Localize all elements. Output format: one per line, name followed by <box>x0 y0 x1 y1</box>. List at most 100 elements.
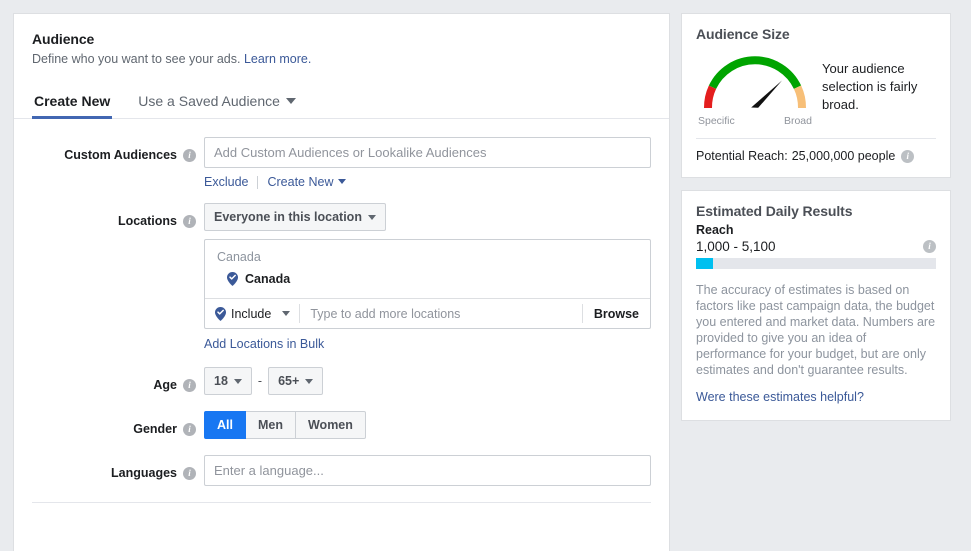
row-locations: Locations i Everyone in this location Ca… <box>32 203 651 353</box>
gauge-label-specific: Specific <box>698 115 735 127</box>
audience-card-header: Audience Define who you want to see your… <box>14 14 669 68</box>
info-icon-potential-reach[interactable]: i <box>901 149 915 163</box>
estimated-reach-label: Reach <box>696 223 734 237</box>
locations-label-group: Locations i <box>32 203 204 233</box>
gender-option-women[interactable]: Women <box>295 411 366 439</box>
add-locations-in-bulk-link[interactable]: Add Locations in Bulk <box>204 337 324 351</box>
location-scope-dropdown[interactable]: Everyone in this location <box>204 203 386 231</box>
languages-label-group: Languages i <box>32 455 204 485</box>
estimates-disclaimer: The accuracy of estimates is based on fa… <box>696 283 936 377</box>
row-gender: Gender i All Men Women <box>32 411 651 441</box>
audience-form: Custom Audiences i Exclude Create New Lo… <box>14 119 669 486</box>
locations-box: Canada Canada Include Type to add more l… <box>204 239 651 329</box>
exclude-link[interactable]: Exclude <box>204 175 248 189</box>
audience-card-subtitle: Define who you want to see your ads. Lea… <box>32 51 651 68</box>
audience-size-card: Audience Size Specific Broad Your audien… <box>681 13 951 178</box>
age-min-dropdown[interactable]: 18 <box>204 367 252 395</box>
age-label-group: Age i <box>32 367 204 397</box>
languages-input[interactable] <box>204 455 651 486</box>
chevron-down-icon-age-min <box>233 378 242 384</box>
sublink-divider <box>257 175 259 189</box>
tab-use-saved-audience-label: Use a Saved Audience <box>138 93 280 109</box>
location-include-label: Include <box>231 306 272 321</box>
custom-audiences-label: Custom Audiences <box>64 148 177 162</box>
audience-size-divider <box>696 138 936 139</box>
gender-label-group: Gender i <box>32 411 204 441</box>
chevron-down-icon-create-new <box>338 179 347 184</box>
form-bottom-divider <box>32 502 651 503</box>
map-pin-icon-include <box>215 306 226 321</box>
audience-subtitle-text: Define who you want to see your ads. <box>32 52 241 66</box>
location-chip-canada[interactable]: Canada <box>205 268 650 298</box>
ads-audience-page: Audience Define who you want to see your… <box>0 0 971 551</box>
estimated-daily-results-title: Estimated Daily Results <box>696 203 853 219</box>
gender-option-men[interactable]: Men <box>245 411 296 439</box>
create-new-audience-label: Create New <box>267 175 334 189</box>
potential-reach-value: 25,000,000 people <box>791 149 896 163</box>
locations-typeahead-input[interactable] <box>300 306 582 321</box>
audience-size-gauge-row: Specific Broad Your audience selection i… <box>696 50 936 127</box>
age-field: 18 - 65+ <box>204 367 651 395</box>
gauge-label-broad: Broad <box>783 115 812 127</box>
estimated-reach-value: 1,000 - 5,100 <box>696 239 776 254</box>
gender-label: Gender <box>133 422 177 436</box>
tab-use-saved-audience[interactable]: Use a Saved Audience <box>136 87 298 118</box>
info-icon-custom-audiences[interactable]: i <box>183 148 196 162</box>
locations-field: Everyone in this location Canada Canada … <box>204 203 651 353</box>
estimates-feedback-link[interactable]: Were these estimates helpful? <box>696 390 864 404</box>
location-scope-label: Everyone in this location <box>214 210 362 224</box>
gender-segmented-control: All Men Women <box>204 411 366 439</box>
chevron-down-icon <box>285 98 296 104</box>
age-max-value: 65+ <box>278 374 300 388</box>
row-custom-audiences: Custom Audiences i Exclude Create New <box>32 137 651 189</box>
locations-label: Locations <box>117 214 177 228</box>
gauge-labels: Specific Broad <box>696 115 814 127</box>
age-label: Age <box>153 378 177 392</box>
chevron-down-icon-location-scope <box>367 214 376 220</box>
audience-size-gauge: Specific Broad <box>696 50 814 127</box>
potential-reach-row: Potential Reach: 25,000,000 people i <box>696 149 936 163</box>
audience-card: Audience Define who you want to see your… <box>13 13 670 551</box>
locations-input-row: Include Browse <box>205 298 650 328</box>
estimated-reach-bar <box>696 258 936 269</box>
chevron-down-icon-age-max <box>305 378 314 384</box>
custom-audiences-label-group: Custom Audiences i <box>32 137 204 167</box>
estimated-reach-value-row: 1,000 - 5,100 i <box>696 239 936 254</box>
estimated-reach-bar-fill <box>696 258 713 269</box>
right-sidebar: Audience Size Specific Broad Your audien… <box>681 13 951 433</box>
info-icon-age[interactable]: i <box>183 378 196 392</box>
audience-tabs: Create New Use a Saved Audience <box>14 87 669 119</box>
potential-reach-label: Potential Reach: <box>696 149 788 163</box>
audience-size-message: Your audience selection is fairly broad. <box>822 61 918 112</box>
tab-create-new[interactable]: Create New <box>32 87 113 119</box>
info-icon-locations[interactable]: i <box>183 214 196 228</box>
custom-audiences-field: Exclude Create New <box>204 137 651 189</box>
languages-field <box>204 455 651 486</box>
tab-create-new-label: Create New <box>34 93 111 109</box>
row-languages: Languages i <box>32 455 651 486</box>
gender-option-all[interactable]: All <box>204 411 246 439</box>
info-icon-estimated-reach[interactable]: i <box>923 240 936 253</box>
chevron-down-icon-include <box>282 311 291 316</box>
location-chip-label: Canada <box>245 272 291 286</box>
browse-locations-button[interactable]: Browse <box>583 307 650 321</box>
gender-field: All Men Women <box>204 411 651 439</box>
gauge-icon <box>704 56 806 109</box>
page-title: Audience <box>32 31 95 47</box>
age-range-separator: - <box>257 374 263 388</box>
languages-label: Languages <box>111 466 177 480</box>
age-max-dropdown[interactable]: 65+ <box>268 367 324 395</box>
create-new-audience-link[interactable]: Create New <box>267 175 347 189</box>
info-icon-gender[interactable]: i <box>183 422 196 436</box>
custom-audiences-sublinks: Exclude Create New <box>204 175 651 189</box>
map-pin-icon <box>227 272 238 286</box>
custom-audiences-input[interactable] <box>204 137 651 168</box>
age-range-controls: 18 - 65+ <box>204 367 651 395</box>
locations-group-header: Canada <box>217 250 261 264</box>
location-include-dropdown[interactable]: Include <box>205 306 299 321</box>
row-age: Age i 18 - 65+ <box>32 367 651 397</box>
info-icon-languages[interactable]: i <box>183 466 196 480</box>
audience-size-title: Audience Size <box>696 26 790 42</box>
estimated-daily-results-card: Estimated Daily Results Reach 1,000 - 5,… <box>681 190 951 421</box>
learn-more-link[interactable]: Learn more. <box>244 52 311 66</box>
